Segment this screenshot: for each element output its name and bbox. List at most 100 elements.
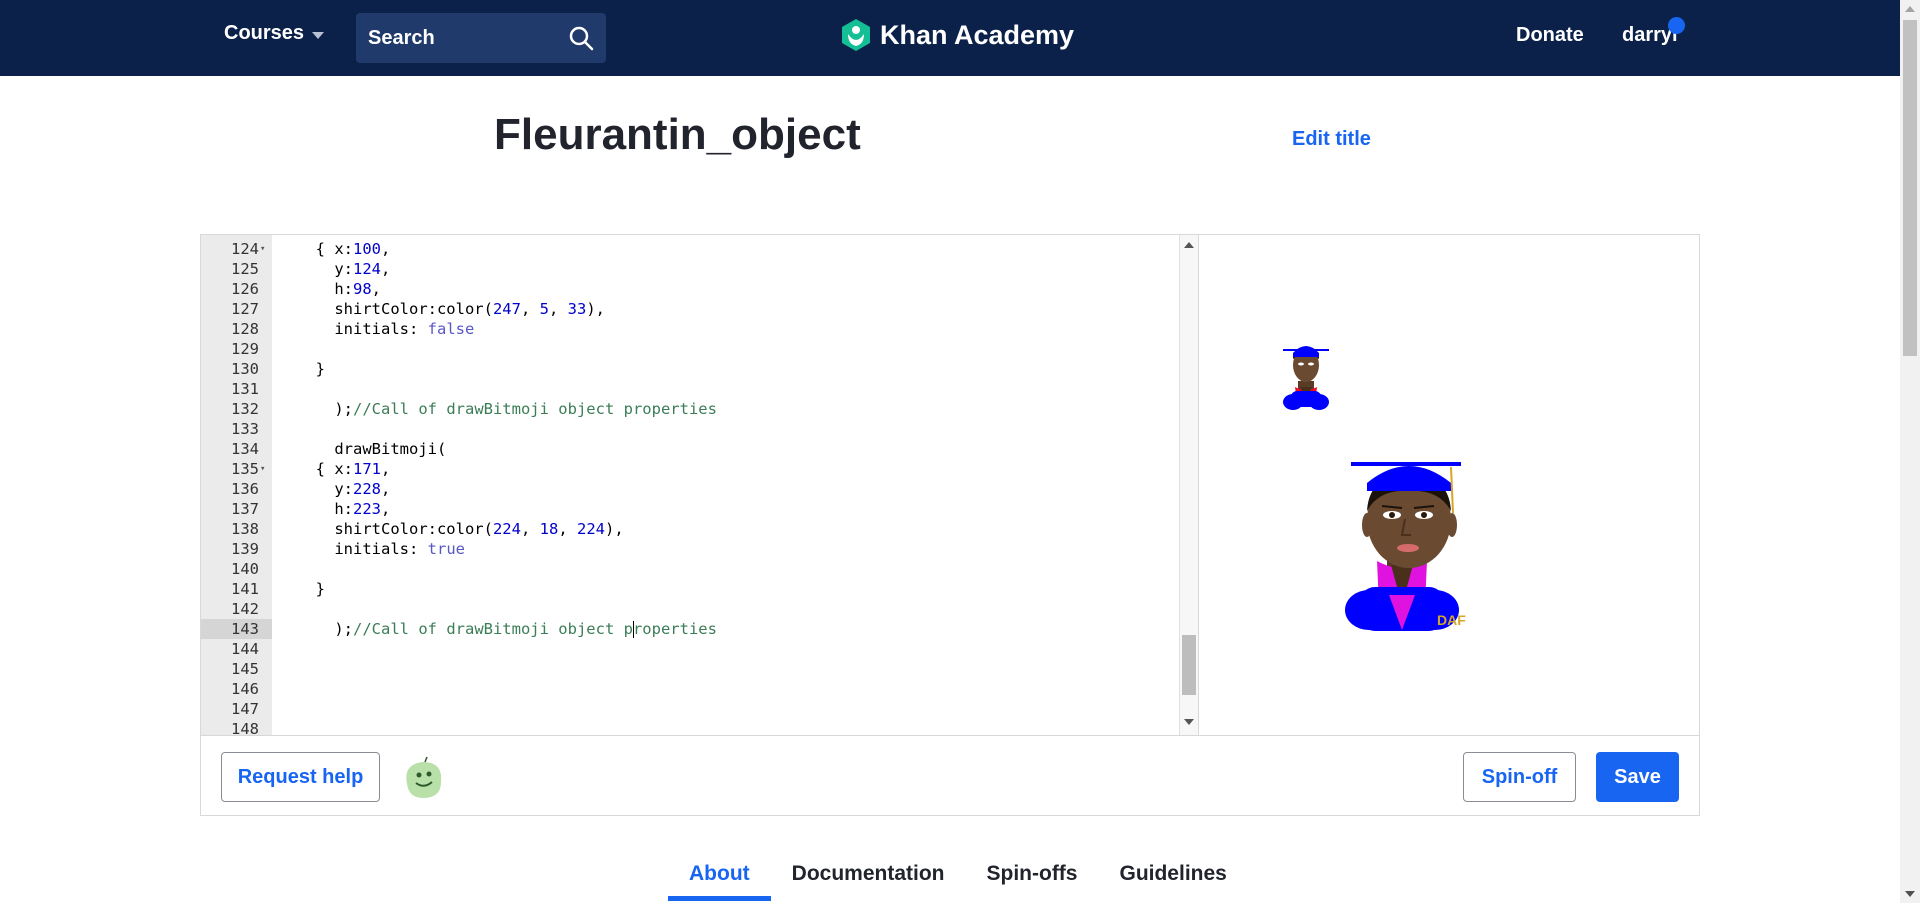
tab-documentation[interactable]: Documentation: [771, 858, 966, 901]
code-text[interactable]: initials: true: [297, 539, 465, 559]
page-scroll-up-icon[interactable]: [1905, 6, 1915, 12]
code-line[interactable]: 144: [201, 639, 1181, 659]
code-line[interactable]: 146: [201, 679, 1181, 699]
code-line[interactable]: 133: [201, 419, 1181, 439]
spin-off-button[interactable]: Spin-off: [1463, 752, 1576, 802]
code-line[interactable]: 139 initials: true: [201, 539, 1181, 559]
output-canvas[interactable]: DAF: [1199, 235, 1699, 735]
code-token: true: [427, 540, 465, 558]
code-text[interactable]: initials: false: [297, 319, 474, 339]
code-token: y:: [297, 260, 353, 278]
search-icon[interactable]: [568, 25, 594, 51]
request-help-button[interactable]: Request help: [221, 752, 380, 802]
code-line[interactable]: 132 );//Call of drawBitmoji object prope…: [201, 399, 1181, 419]
code-token: 100: [353, 240, 381, 258]
large-bitmoji: DAF: [1345, 462, 1466, 631]
code-line[interactable]: 127 shirtColor:color(247, 5, 33),: [201, 299, 1181, 319]
line-number: 139: [231, 540, 259, 558]
code-line[interactable]: 128 initials: false: [201, 319, 1181, 339]
fold-arrow-icon[interactable]: ▾: [260, 459, 265, 479]
code-line[interactable]: 145: [201, 659, 1181, 679]
code-line[interactable]: 141 }: [201, 579, 1181, 599]
code-token: ,: [381, 240, 391, 258]
code-text[interactable]: { x:171,: [297, 459, 391, 479]
code-lines[interactable]: 124 ▾ { x:100, 125 y:124, 126 h:98, 127 shir…: [201, 239, 1181, 735]
edit-title-link[interactable]: Edit title: [1292, 128, 1371, 151]
code-text[interactable]: drawBitmoji(: [297, 439, 446, 459]
code-token: ,: [381, 480, 391, 498]
top-navigation-bar: Courses Search Khan Academy Donate darry…: [0, 0, 1900, 76]
code-line[interactable]: 148: [201, 719, 1181, 735]
code-text[interactable]: }: [297, 359, 325, 379]
code-text[interactable]: { x:100,: [297, 239, 391, 259]
code-line[interactable]: 131: [201, 379, 1181, 399]
code-text[interactable]: }: [297, 579, 325, 599]
line-number: 133: [231, 420, 259, 438]
line-number: 138: [231, 520, 259, 538]
tab-about[interactable]: About: [668, 858, 771, 901]
line-number: 126: [231, 280, 259, 298]
code-token: ,: [520, 300, 540, 318]
line-number: 148: [231, 720, 259, 735]
tab-spin-offs[interactable]: Spin-offs: [966, 858, 1099, 901]
code-text[interactable]: );//Call of drawBitmoji object propertie…: [297, 399, 717, 419]
code-token: 18: [539, 520, 559, 538]
code-line[interactable]: 142: [201, 599, 1181, 619]
code-token: ,: [371, 280, 382, 298]
code-token: 247: [492, 300, 521, 318]
code-line[interactable]: 136 y:228,: [201, 479, 1181, 499]
fold-arrow-icon[interactable]: ▾: [260, 239, 265, 259]
tab-guidelines[interactable]: Guidelines: [1098, 858, 1247, 901]
code-token: //Call of drawBitmoji object properties: [353, 400, 717, 418]
line-number: 145: [231, 660, 259, 678]
code-line[interactable]: 126 h:98,: [201, 279, 1181, 299]
code-line[interactable]: 125 y:124,: [201, 259, 1181, 279]
code-editor[interactable]: 124 ▾ { x:100, 125 y:124, 126 h:98, 127 shir…: [201, 235, 1198, 735]
code-line[interactable]: 124 ▾ { x:100,: [201, 239, 1181, 259]
code-text[interactable]: );//Call of drawBitmoji object propertie…: [297, 619, 717, 639]
code-line[interactable]: 137 h:223,: [201, 499, 1181, 519]
code-token: roperties: [632, 620, 717, 638]
code-line[interactable]: 147: [201, 699, 1181, 719]
code-line[interactable]: 134 drawBitmoji(: [201, 439, 1181, 459]
save-button[interactable]: Save: [1596, 752, 1679, 802]
code-text[interactable]: shirtColor:color(247, 5, 33),: [297, 299, 605, 319]
canvas-drawing: DAF: [1283, 346, 1466, 631]
code-token: ),: [586, 300, 605, 318]
page-scrollbar[interactable]: [1900, 0, 1920, 903]
scroll-up-arrow-icon[interactable]: [1184, 242, 1194, 248]
editor-scrollbar-thumb[interactable]: [1182, 635, 1196, 695]
scroll-down-arrow-icon[interactable]: [1184, 719, 1194, 725]
courses-menu[interactable]: Courses: [224, 22, 325, 45]
code-token: ,: [381, 260, 391, 278]
code-text[interactable]: h:223,: [297, 499, 390, 519]
search-box[interactable]: Search: [356, 13, 606, 63]
code-text[interactable]: y:228,: [297, 479, 390, 499]
small-bitmoji: [1283, 346, 1329, 410]
code-line[interactable]: 129: [201, 339, 1181, 359]
code-line[interactable]: 135 ▾ { x:171,: [201, 459, 1181, 479]
avatar[interactable]: [399, 754, 447, 802]
line-number: 147: [231, 700, 259, 718]
code-line[interactable]: 140: [201, 559, 1181, 579]
line-number: 132: [231, 400, 259, 418]
code-text[interactable]: y:124,: [297, 259, 390, 279]
notification-badge[interactable]: [1668, 17, 1685, 34]
code-token: 124: [353, 260, 381, 278]
donate-link[interactable]: Donate: [1516, 24, 1584, 47]
code-line[interactable]: 143 );//Call of drawBitmoji object prope…: [201, 619, 1181, 639]
code-text[interactable]: shirtColor:color(224, 18, 224),: [297, 519, 623, 539]
code-token: 33: [567, 300, 587, 318]
line-number: 130: [231, 360, 259, 378]
code-line[interactable]: 130 }: [201, 359, 1181, 379]
chevron-down-icon: [312, 31, 325, 39]
line-number: 127: [231, 300, 259, 318]
editor-scrollbar[interactable]: [1179, 235, 1198, 735]
code-token: }: [297, 580, 325, 598]
page-scrollbar-thumb[interactable]: [1903, 20, 1917, 356]
page-scroll-down-icon[interactable]: [1905, 891, 1915, 897]
line-number: 128: [231, 320, 259, 338]
code-line[interactable]: 138 shirtColor:color(224, 18, 224),: [201, 519, 1181, 539]
khan-academy-logo[interactable]: Khan Academy: [840, 18, 1074, 52]
code-text[interactable]: h:98,: [297, 279, 381, 299]
